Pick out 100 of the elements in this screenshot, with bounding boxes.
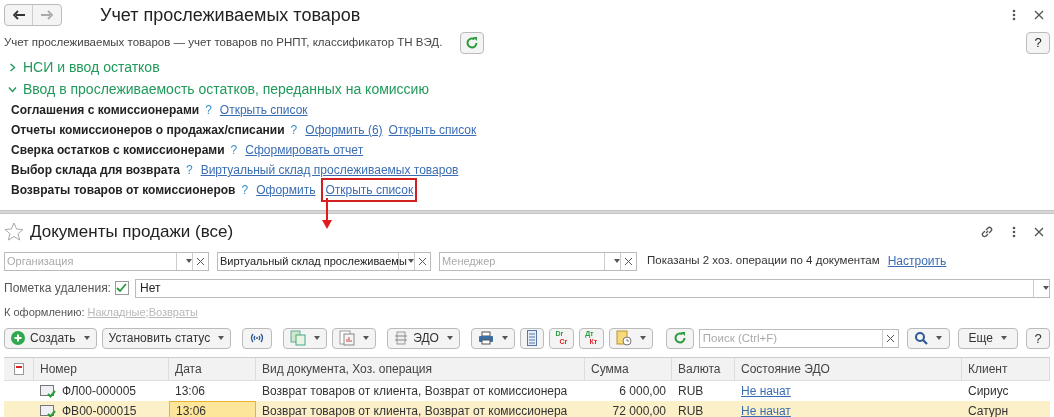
chevron-right-icon <box>8 62 17 72</box>
toolbar-icon-button[interactable] <box>665 327 694 349</box>
print-icon <box>477 331 494 345</box>
table-cell-text: 13:06 <box>175 383 206 400</box>
more-icon[interactable] <box>1012 226 1016 238</box>
caret-icon <box>83 336 90 340</box>
document-exchange-icon <box>394 331 409 345</box>
column-header[interactable]: Сумма <box>585 358 672 380</box>
chevron-down-icon <box>8 84 17 94</box>
row-label: Сверка остатков с комиссионерами <box>11 142 225 159</box>
link[interactable]: Открыть список <box>321 178 418 202</box>
table-cell-text: RUB <box>678 383 704 400</box>
table-cell-text: ФЛ00-000005 <box>62 383 136 400</box>
search-button[interactable] <box>906 327 950 349</box>
help-button[interactable]: ? <box>1026 32 1050 54</box>
table-cell-text: Возврат товаров от клиента, Возврат от комиссионера <box>262 403 568 417</box>
hint-mark[interactable]: ? <box>290 121 298 139</box>
caret-icon <box>613 259 620 263</box>
toolbar-icon-button[interactable] <box>608 327 653 349</box>
table-cell-text: Сатурн <box>968 403 1008 417</box>
caret-icon <box>314 336 321 340</box>
row-label: Соглашения с комиссионерами <box>11 102 200 119</box>
description-text: Учет прослеживаемых товаров — учет товаров по РНПТ, классификатор ТН ВЭД. <box>4 35 443 51</box>
edo-status-link[interactable]: Не начат <box>741 382 791 400</box>
row-label: Возвраты товаров от комиссионеров <box>11 182 236 199</box>
column-header[interactable]: Состояние ЭДО <box>735 358 962 380</box>
hint-mark[interactable]: ? <box>205 101 212 119</box>
toolbar-icon-button[interactable] <box>242 327 273 349</box>
toolbar-button[interactable]: ЭДО <box>387 327 460 349</box>
filter-field[interactable]: Виртуальный склад прослеживаемы <box>217 251 431 271</box>
signal-icon <box>249 333 266 343</box>
table-cell-text: Сириус <box>968 383 1009 400</box>
search-icon <box>914 331 928 345</box>
link[interactable]: Открыть список <box>388 121 477 139</box>
column-header[interactable]: Номер <box>34 358 169 380</box>
deletion-select[interactable]: Нет <box>134 278 1050 298</box>
hint-mark[interactable]: ? <box>230 141 238 159</box>
table-cell-text: RUB <box>678 403 704 417</box>
clear-icon[interactable] <box>197 257 204 265</box>
hint-mark[interactable]: ? <box>185 161 193 179</box>
link[interactable]: Открыть список <box>219 101 308 119</box>
row-label: Отчеты комиссионеров о продажах/списании <box>11 122 285 139</box>
column-header[interactable]: Вид документа, Хоз. операция <box>256 358 585 380</box>
more-button[interactable]: Еще <box>957 327 1019 349</box>
close-icon[interactable] <box>1034 227 1044 237</box>
clear-icon[interactable] <box>419 257 426 265</box>
link-icon[interactable] <box>980 225 994 239</box>
table-row[interactable]: ФВ00-000015 13:06 Возврат товаров от клиента, Возврат от комиссионера 72 000,00 RUB Не начат Сатурн <box>4 401 1050 417</box>
link[interactable]: Сформировать отчет <box>245 141 364 159</box>
plus-icon <box>11 331 25 345</box>
deletion-label: Пометка удаления: <box>4 280 111 297</box>
column-header[interactable]: Клиент <box>962 358 1050 380</box>
link[interactable]: Оформить <box>256 181 316 199</box>
pending-label: К оформлению: <box>4 304 85 320</box>
table-cell-text: 6 000,00 <box>619 383 666 400</box>
table-cell-text: 13:06 <box>176 403 207 417</box>
list-title: Документы продажи (все) <box>30 221 234 244</box>
document-clock-icon <box>615 330 632 346</box>
link[interactable]: Оформить (6) <box>305 121 383 139</box>
caret-icon <box>185 259 192 263</box>
documents-icon <box>290 330 307 346</box>
caret-icon <box>501 336 508 340</box>
toolbar-icon-button[interactable] <box>470 327 515 349</box>
clear-icon[interactable] <box>886 334 894 342</box>
refresh-button[interactable] <box>460 32 485 54</box>
toolbar-icon-button[interactable] <box>519 327 544 349</box>
configure-link[interactable]: Настроить <box>887 252 947 270</box>
hint-mark[interactable]: ? <box>241 181 249 199</box>
section-header[interactable]: Ввод в прослеживаемость остатков, переданных на комиссию <box>4 78 1050 100</box>
annotation-arrow <box>322 198 332 229</box>
toolbar-button[interactable]: Установить статус <box>101 327 232 349</box>
table-cell-text: Возврат товаров от клиента, Возврат от комиссионера <box>262 383 568 400</box>
forward-arrow-icon <box>41 10 53 20</box>
row-label: Выбор склада для возврата <box>11 162 180 179</box>
list-icon <box>526 330 537 346</box>
link[interactable]: Виртуальный склад прослеживаемых товаров <box>200 161 459 179</box>
deletion-mark-icon <box>13 363 24 375</box>
check-icon <box>116 283 128 293</box>
section-header[interactable]: НСИ и ввод остатков <box>4 56 1050 78</box>
column-header[interactable]: Дата <box>169 358 256 380</box>
deletion-checkbox[interactable] <box>114 281 129 295</box>
edo-status-link[interactable]: Не начат <box>741 402 791 417</box>
caret-icon <box>218 336 225 340</box>
posted-document-icon <box>40 404 56 417</box>
column-header[interactable]: Валюта <box>672 358 735 380</box>
help-button[interactable]: ? <box>1026 327 1050 349</box>
star-icon[interactable] <box>4 222 24 242</box>
window-title: Учет прослеживаемых товаров <box>100 3 361 27</box>
caret-icon <box>363 336 370 340</box>
report-icon <box>339 330 356 346</box>
caret-icon <box>446 336 453 340</box>
refresh-icon <box>672 331 687 345</box>
caret-icon <box>639 336 646 340</box>
clear-icon[interactable] <box>625 257 632 265</box>
close-icon[interactable] <box>1034 10 1044 20</box>
caret-icon <box>1001 336 1008 340</box>
table-cell-text: ФВ00-000015 <box>62 403 137 417</box>
toolbar-button[interactable]: Создать <box>4 327 97 349</box>
more-icon[interactable] <box>1012 9 1016 21</box>
info-text: Показаны 2 хоз. операции по 4 документам <box>647 253 880 269</box>
